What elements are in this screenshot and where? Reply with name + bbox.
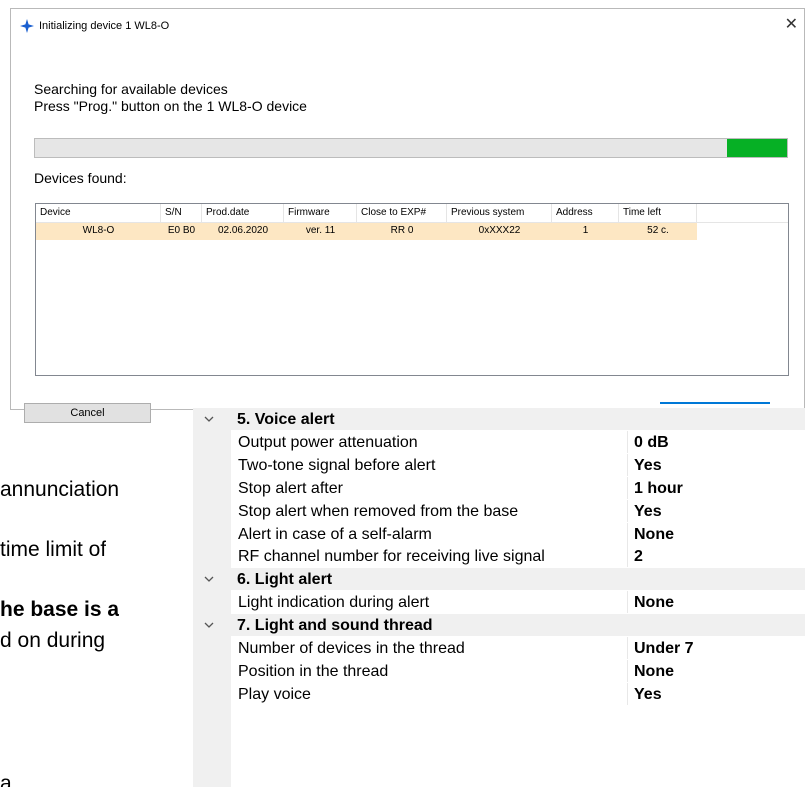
property-separator (627, 659, 628, 682)
property-name: Number of devices in the thread (238, 640, 465, 657)
property-name: Two-tone signal before alert (238, 456, 436, 474)
property-separator (627, 453, 628, 476)
table-cell: WL8-O (82, 225, 115, 236)
property-value[interactable]: 0 dB (634, 434, 669, 452)
chevron-down-icon[interactable] (203, 619, 215, 631)
property-name: Position in the thread (238, 662, 389, 680)
table-cell: RR 0 (390, 225, 414, 236)
property-category[interactable]: 7. Light and sound thread (193, 614, 805, 637)
property-name: Play voice (238, 685, 311, 703)
document-text-line: a (0, 772, 12, 787)
property-separator (627, 637, 628, 659)
property-row[interactable]: Two-tone signal before alert Yes (193, 453, 805, 476)
property-row[interactable]: Number of devices in the thread Under 7 (193, 637, 805, 659)
table-cell: ver. 11 (305, 225, 336, 236)
init-device-dialog: Initializing device 1 WL8-O ✕ Searching … (10, 8, 805, 423)
table-header: Device S/N Prod.date Firmware Close to EXP# P… (36, 204, 788, 223)
property-row[interactable]: Play voice Yes (193, 682, 805, 705)
table-cell: E0 B0 (167, 225, 196, 236)
column-header[interactable]: Close to EXP# (357, 204, 447, 222)
property-category[interactable]: 6. Light alert (193, 568, 805, 591)
dialog-client-area: Searching for available devices Press "P… (11, 46, 804, 423)
column-header[interactable]: Previous system (447, 204, 552, 222)
progress-fill (726, 139, 787, 157)
table-cell: 52 c. (647, 225, 669, 236)
property-separator (627, 476, 628, 499)
property-row[interactable]: Stop alert after 1 hour (193, 476, 805, 499)
property-name: Output power attenuation (238, 433, 418, 451)
table-cell: 0xXXX22 (478, 225, 521, 236)
property-name: Alert in case of a self-alarm (238, 525, 432, 543)
property-separator (627, 499, 628, 522)
column-header[interactable]: Device (36, 204, 161, 222)
table-row[interactable]: WL8-O E0 B0 02.06.2020 ver. 11 RR 0 0xXXX22 1 5… (36, 223, 697, 240)
property-separator (627, 682, 628, 705)
property-row[interactable]: Output power attenuation 0 dB (193, 430, 805, 453)
close-icon[interactable]: ✕ (785, 14, 798, 34)
table-cell: 02.06.2020 (217, 225, 269, 236)
document-text-line: annunciation (0, 478, 120, 501)
star-app-icon (20, 19, 34, 33)
property-name: Stop alert when removed from the base (238, 502, 519, 520)
property-value[interactable]: 2 (634, 548, 643, 566)
dialog-titlebar[interactable]: Initializing device 1 WL8-O ✕ (11, 9, 804, 46)
property-separator (627, 430, 628, 453)
chevron-down-icon[interactable] (203, 413, 215, 425)
column-header[interactable]: Time left (619, 204, 697, 222)
category-title: 7. Light and sound thread (237, 617, 433, 635)
property-name: Stop alert after (238, 479, 343, 497)
property-category[interactable]: 5. Voice alert (193, 408, 805, 430)
progress-bar (34, 138, 788, 158)
property-value[interactable]: None (634, 663, 674, 681)
table-cell: 1 (582, 225, 589, 236)
document-text-line: time limit of (0, 538, 107, 561)
cancel-button[interactable]: Cancel (24, 403, 151, 423)
table-body: WL8-O E0 B0 02.06.2020 ver. 11 RR 0 0xXXX22 1 5… (36, 223, 788, 240)
property-separator (627, 545, 628, 568)
property-name: RF channel number for receiving live sig… (238, 548, 545, 566)
property-row[interactable]: Light indication during alert None (193, 591, 805, 614)
property-value[interactable]: Under 7 (634, 640, 694, 658)
devices-found-label: Devices found: (34, 170, 127, 186)
column-header[interactable]: S/N (161, 204, 202, 222)
property-separator (627, 591, 628, 614)
property-row[interactable]: Position in the thread None (193, 659, 805, 682)
property-value[interactable]: Yes (634, 503, 662, 521)
category-title: 6. Light alert (237, 571, 333, 589)
property-value[interactable]: Yes (634, 457, 662, 475)
column-header[interactable]: Firmware (284, 204, 357, 222)
property-value[interactable]: 1 hour (634, 480, 683, 498)
document-text-line: he base is a (0, 598, 120, 621)
property-row[interactable]: RF channel number for receiving live sig… (193, 545, 805, 568)
property-value[interactable]: None (634, 526, 674, 544)
property-name: Light indication during alert (238, 594, 430, 612)
property-row[interactable]: Stop alert when removed from the base Yes (193, 499, 805, 522)
dialog-title: Initializing device 1 WL8-O (39, 20, 170, 32)
property-separator (627, 522, 628, 545)
column-header[interactable]: Address (552, 204, 619, 222)
chevron-down-icon[interactable] (203, 573, 215, 585)
instruction-message: Press "Prog." button on the 1 WL8-O devi… (34, 98, 307, 114)
property-value[interactable]: None (634, 594, 674, 612)
column-header[interactable]: Prod.date (202, 204, 284, 222)
property-row[interactable]: Alert in case of a self-alarm None (193, 522, 805, 545)
category-title: 5. Voice alert (237, 411, 335, 428)
property-value[interactable]: Yes (634, 686, 662, 704)
properties-grid: 5. Voice alert Output power attenuation 0 … (193, 408, 805, 787)
document-text-line: d on during (0, 629, 106, 652)
status-message: Searching for available devices (34, 81, 228, 97)
devices-table: Device S/N Prod.date Firmware Close to EXP# P… (35, 203, 789, 376)
